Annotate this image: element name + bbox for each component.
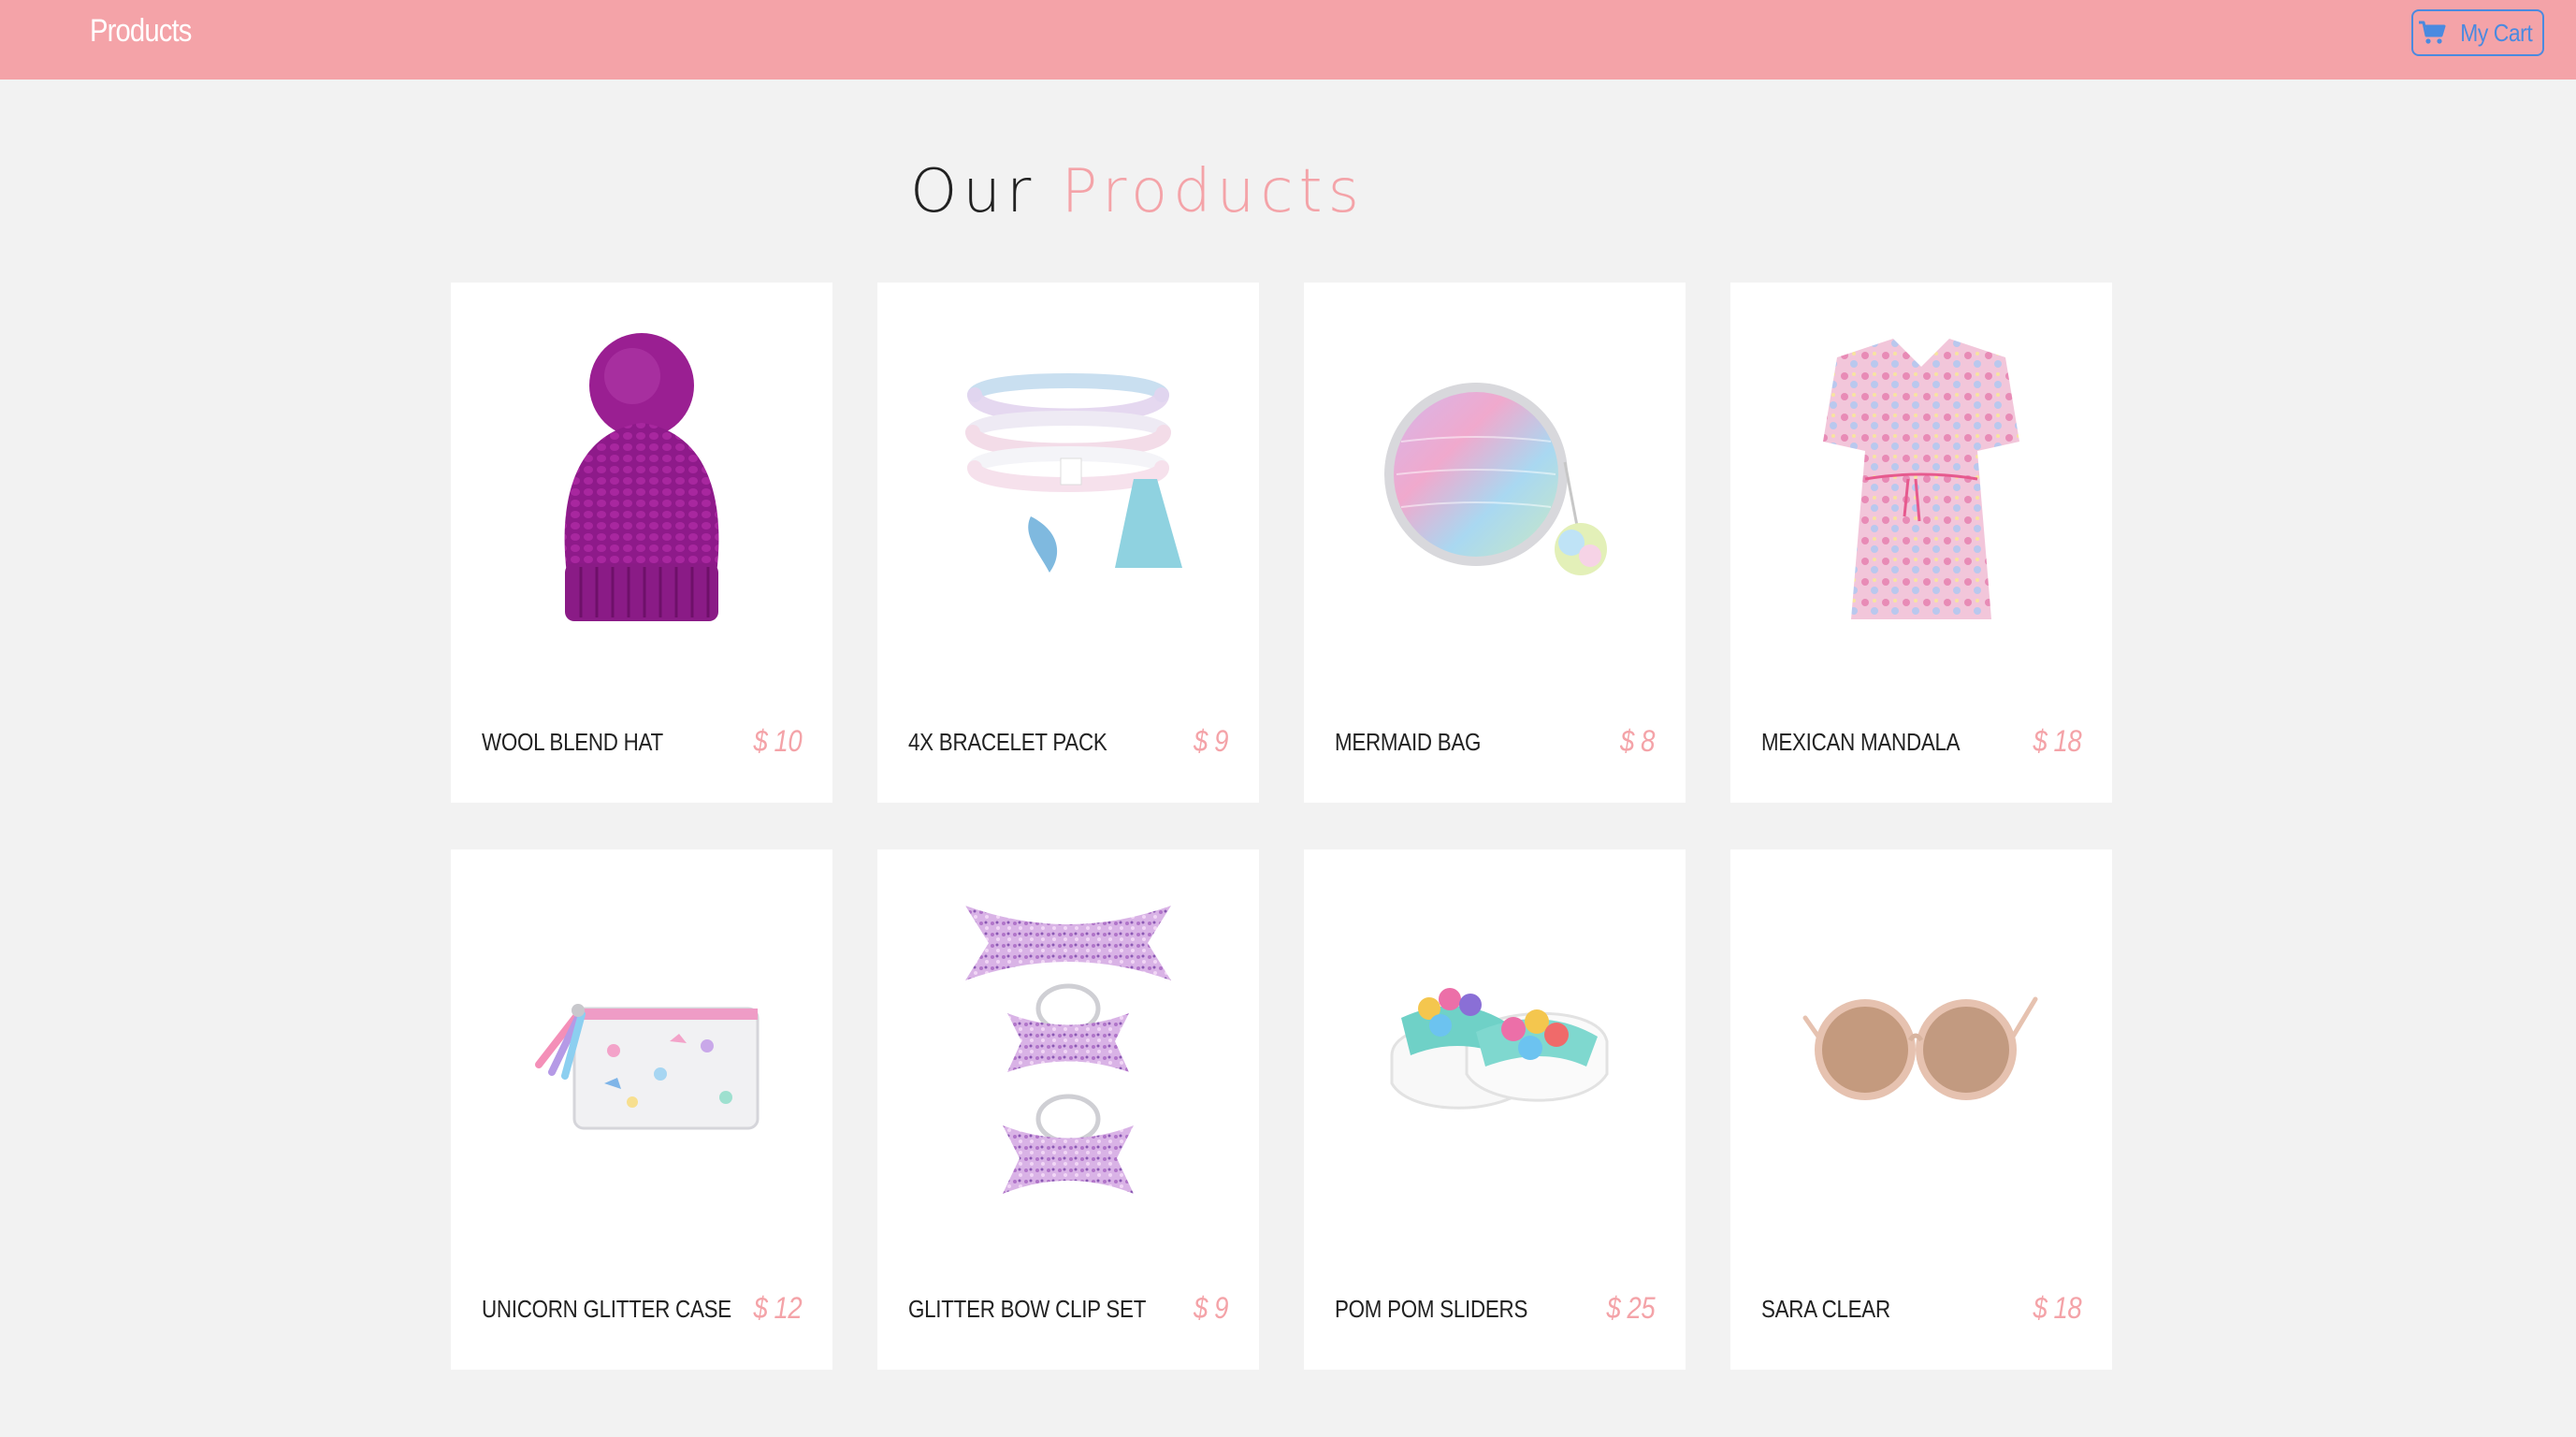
bracelet-icon bbox=[965, 373, 1182, 573]
product-image bbox=[877, 887, 1259, 1205]
product-image bbox=[451, 887, 832, 1205]
product-name: 4X BRACELET PACK bbox=[908, 728, 1107, 756]
product-price: $ 10 bbox=[753, 724, 802, 758]
my-cart-button[interactable]: My Cart bbox=[2411, 9, 2544, 56]
product-name: GLITTER BOW CLIP SET bbox=[908, 1295, 1147, 1323]
unicorn-case-icon bbox=[535, 1004, 760, 1130]
page-title: Our Products bbox=[0, 157, 2275, 226]
sunglasses-icon bbox=[1802, 996, 2038, 1100]
my-cart-label: My Cart bbox=[2460, 18, 2533, 47]
product-image bbox=[1730, 887, 2112, 1205]
product-name: POM POM SLIDERS bbox=[1335, 1295, 1528, 1323]
product-price: $ 12 bbox=[753, 1291, 802, 1325]
page-title-first: Our bbox=[910, 157, 1037, 226]
product-price: $ 9 bbox=[1194, 1291, 1228, 1325]
product-card[interactable]: WOOL BLEND HAT $ 10 bbox=[451, 283, 832, 803]
mermaid-bag-icon bbox=[1384, 383, 1607, 575]
product-price: $ 9 bbox=[1194, 724, 1228, 758]
product-image bbox=[1730, 320, 2112, 638]
product-price: $ 8 bbox=[1620, 724, 1655, 758]
product-name: UNICORN GLITTER CASE bbox=[482, 1295, 731, 1323]
pom-pom-slides-icon bbox=[1390, 988, 1609, 1110]
product-name: WOOL BLEND HAT bbox=[482, 728, 663, 756]
product-name: MEXICAN MANDALA bbox=[1761, 728, 1961, 756]
product-card[interactable]: SARA CLEAR $ 18 bbox=[1730, 849, 2112, 1370]
product-card[interactable]: 4X BRACELET PACK $ 9 bbox=[877, 283, 1259, 803]
product-price: $ 25 bbox=[1606, 1291, 1655, 1325]
shopping-cart-icon bbox=[2419, 21, 2446, 44]
product-card[interactable]: GLITTER BOW CLIP SET $ 9 bbox=[877, 849, 1259, 1370]
product-name: SARA CLEAR bbox=[1761, 1295, 1890, 1323]
beanie-icon bbox=[564, 333, 719, 621]
top-navbar: Products My Cart bbox=[0, 0, 2576, 80]
page-title-accent: Products bbox=[1061, 157, 1365, 226]
product-name: MERMAID BAG bbox=[1335, 728, 1482, 756]
product-card[interactable]: UNICORN GLITTER CASE $ 12 bbox=[451, 849, 832, 1370]
product-image bbox=[877, 320, 1259, 638]
brand-link[interactable]: Products bbox=[90, 13, 192, 50]
product-card[interactable]: POM POM SLIDERS $ 25 bbox=[1304, 849, 1686, 1370]
product-image bbox=[1304, 887, 1686, 1205]
product-price: $ 18 bbox=[2033, 724, 2081, 758]
product-image bbox=[451, 320, 832, 638]
product-image bbox=[1304, 320, 1686, 638]
bow-clips-icon bbox=[965, 906, 1171, 1194]
kaftan-dress-icon bbox=[1823, 339, 2019, 619]
product-card[interactable]: MERMAID BAG $ 8 bbox=[1304, 283, 1686, 803]
product-price: $ 18 bbox=[2033, 1291, 2081, 1325]
product-card[interactable]: MEXICAN MANDALA $ 18 bbox=[1730, 283, 2112, 803]
